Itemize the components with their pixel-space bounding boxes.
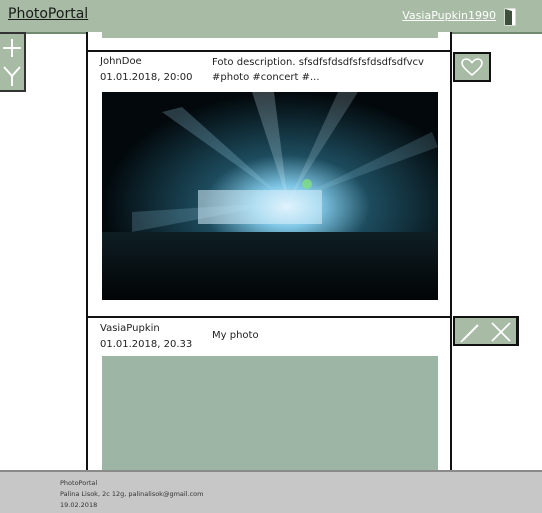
post-author[interactable]: VasiaPupkin [100, 323, 160, 334]
previous-post-photo [102, 32, 438, 38]
post-description: My photo [212, 330, 259, 341]
like-button[interactable] [453, 52, 491, 82]
concert-photo[interactable] [102, 92, 438, 300]
footer-contact: Palina Lisok, 2c 12g, palinalisok@gmail.… [60, 490, 204, 498]
brand-link[interactable]: PhotoPortal [8, 6, 88, 22]
filter-icon[interactable] [0, 62, 24, 90]
post-feed: JohnDoe 01.01.2018, 20:00 Foto descripti… [86, 32, 452, 472]
close-icon[interactable] [487, 320, 515, 344]
pencil-icon[interactable] [457, 320, 485, 344]
footer-date: 19.02.2018 [60, 501, 98, 509]
app-header: PhotoPortal VasiaPupkin1990 [0, 0, 542, 34]
post-date: 01.01.2018, 20:00 [100, 72, 193, 83]
post-date: 01.01.2018, 20.33 [100, 339, 193, 350]
post-description: Foto description. sfsdfsfdsdfsfsfdsdfsdf… [212, 57, 424, 83]
post-author[interactable]: JohnDoe [100, 56, 142, 67]
post-divider [88, 50, 450, 52]
heart-icon [461, 58, 483, 77]
side-toolbar [0, 32, 26, 92]
page-footer: PhotoPortal Palina Lisok, 2c 12g, palina… [0, 470, 542, 513]
username-link[interactable]: VasiaPupkin1990 [402, 9, 496, 22]
post-actions [453, 316, 519, 346]
logout-icon[interactable] [502, 8, 518, 26]
post-divider [88, 316, 450, 318]
photo-placeholder[interactable] [102, 356, 438, 472]
plus-icon[interactable] [0, 34, 24, 62]
footer-brand: PhotoPortal [60, 479, 98, 487]
